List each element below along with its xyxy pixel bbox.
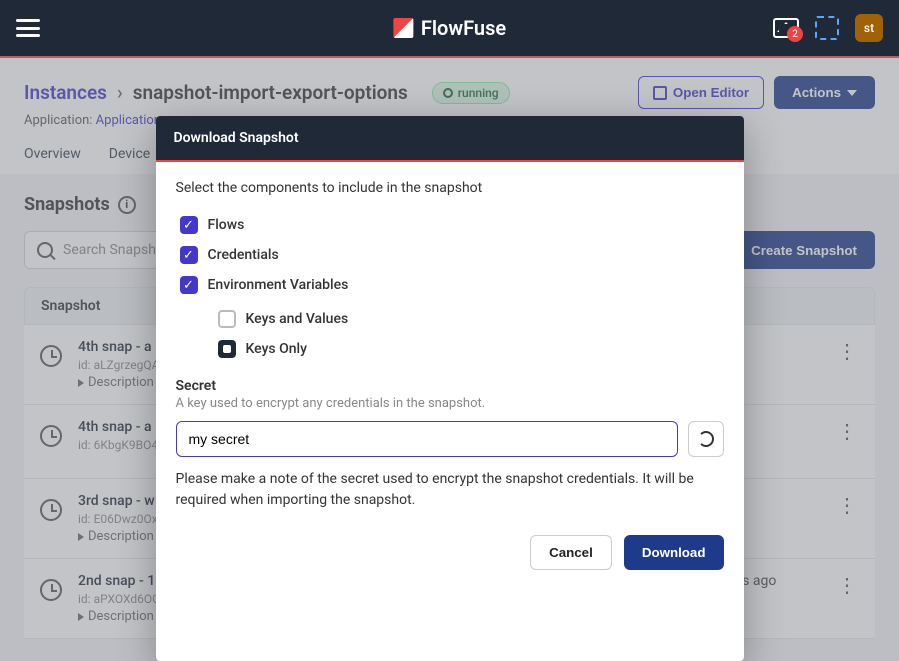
- checkbox-env-vars[interactable]: ✓ Environment Variables: [176, 270, 724, 300]
- notification-badge: 2: [787, 26, 803, 42]
- label-credentials: Credentials: [208, 247, 279, 263]
- modal-title: Download Snapshot: [156, 116, 744, 162]
- check-icon: ✓: [180, 246, 198, 264]
- modal-overlay: Download Snapshot Select the components …: [0, 56, 899, 661]
- radio-icon: [218, 310, 236, 328]
- check-icon: ✓: [180, 216, 198, 234]
- menu-icon[interactable]: [16, 19, 40, 37]
- refresh-icon: [698, 431, 714, 447]
- topbar: FlowFuse 2 st: [0, 0, 899, 56]
- modal-instruction: Select the components to include in the …: [176, 180, 724, 196]
- download-snapshot-modal: Download Snapshot Select the components …: [156, 116, 744, 661]
- checkbox-credentials[interactable]: ✓ Credentials: [176, 240, 724, 270]
- cancel-button[interactable]: Cancel: [530, 535, 612, 570]
- label-flows: Flows: [208, 217, 245, 233]
- brand[interactable]: FlowFuse: [393, 16, 506, 40]
- avatar[interactable]: st: [855, 14, 883, 42]
- radio-icon: [218, 340, 236, 358]
- secret-input[interactable]: [176, 421, 678, 457]
- radio-keys-only[interactable]: Keys Only: [214, 334, 724, 364]
- check-icon: ✓: [180, 276, 198, 294]
- checkbox-flows[interactable]: ✓ Flows: [176, 210, 724, 240]
- secret-note: Please make a note of the secret used to…: [176, 469, 724, 511]
- radio-keys-and-values[interactable]: Keys and Values: [214, 304, 724, 334]
- brand-name: FlowFuse: [421, 16, 506, 40]
- label-keys-values: Keys and Values: [246, 311, 349, 327]
- regenerate-secret-button[interactable]: [688, 421, 724, 457]
- download-button[interactable]: Download: [624, 535, 724, 570]
- label-env: Environment Variables: [208, 277, 349, 293]
- label-keys-only: Keys Only: [246, 341, 307, 357]
- secret-label: Secret: [176, 378, 724, 394]
- secret-help: A key used to encrypt any credentials in…: [176, 396, 724, 411]
- status-icon[interactable]: [815, 16, 839, 40]
- mail-icon[interactable]: 2: [773, 18, 799, 38]
- brand-logo-icon: [393, 18, 413, 38]
